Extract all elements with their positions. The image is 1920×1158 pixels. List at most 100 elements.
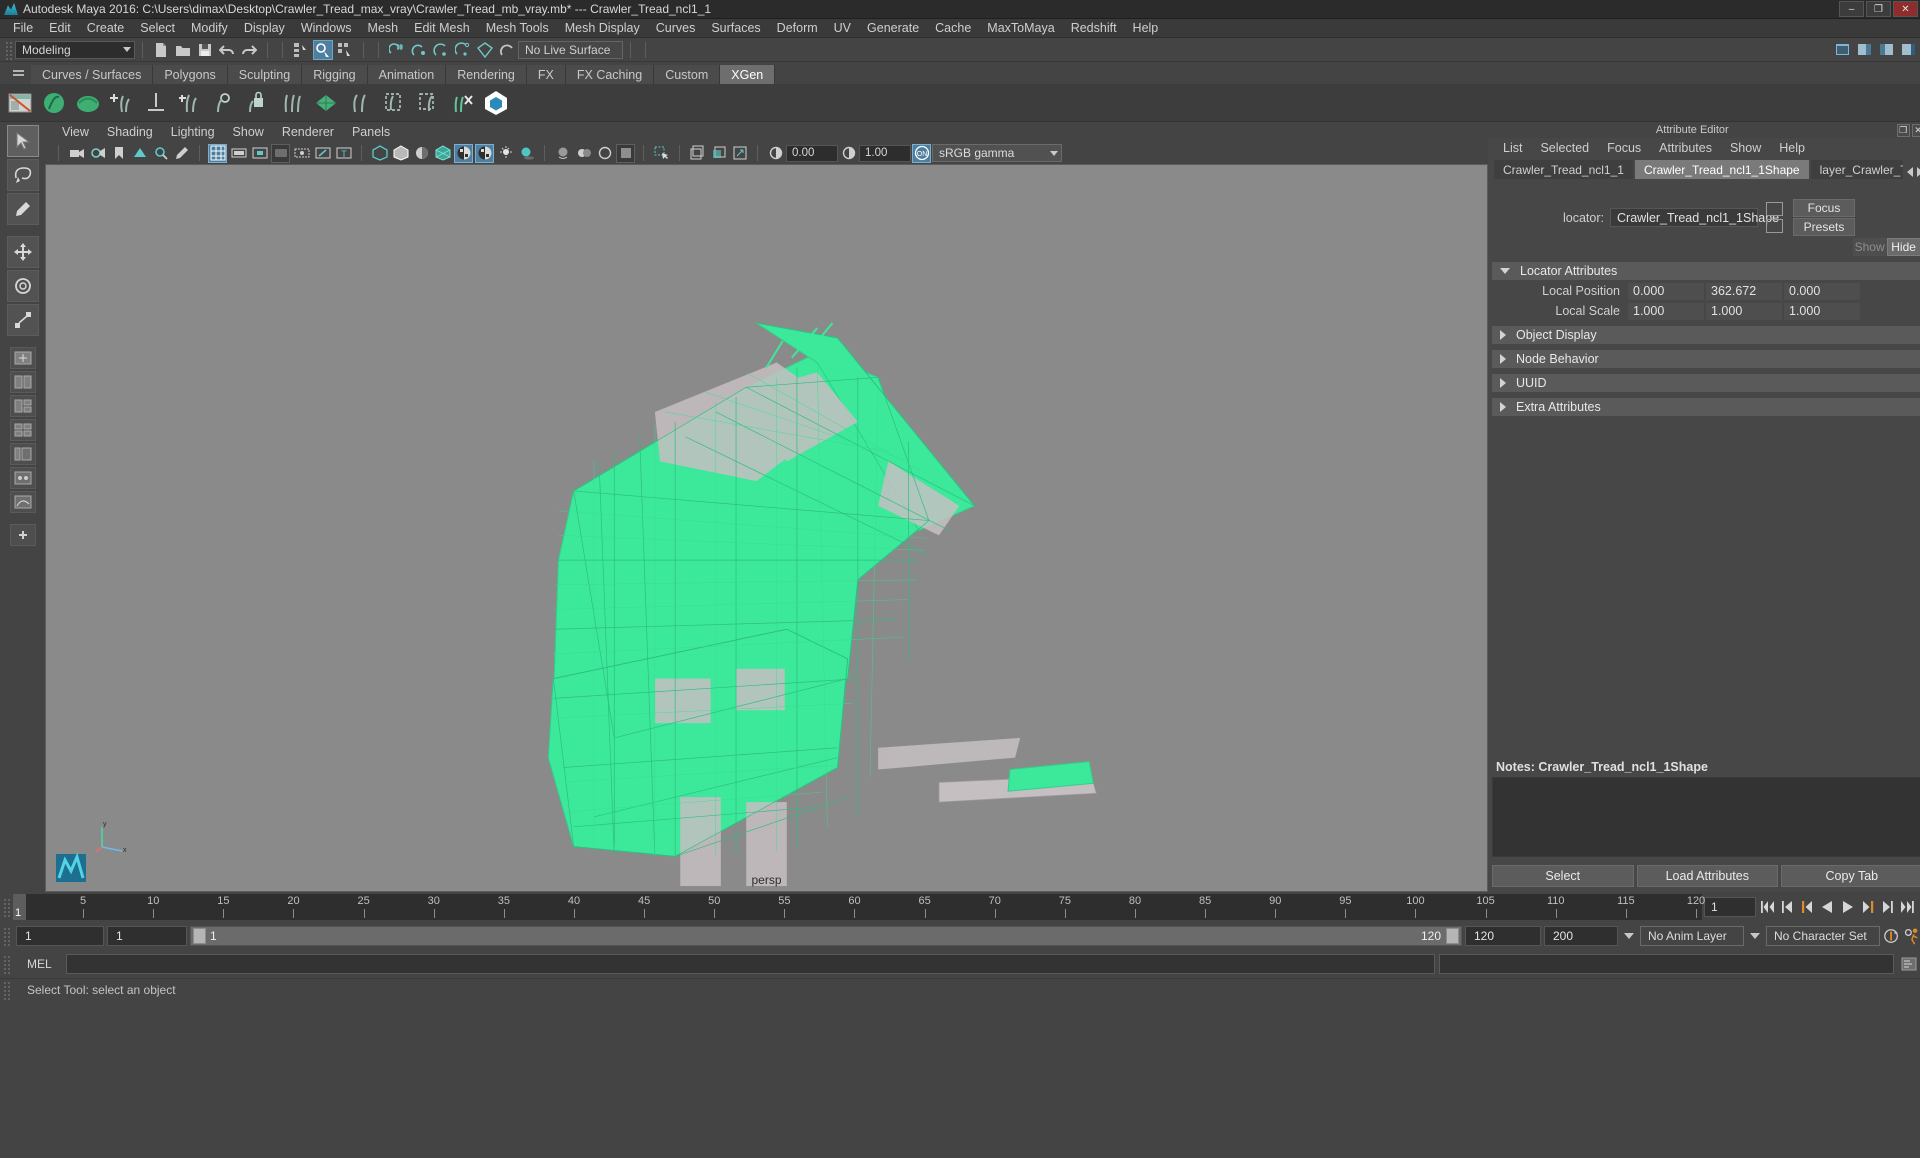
ae-tab-shape[interactable]: Crawler_Tread_ncl1_1Shape <box>1634 160 1809 179</box>
quick-layout-three-panes-button[interactable] <box>9 395 36 417</box>
shelf-tab-rigging[interactable]: Rigging <box>302 65 368 84</box>
shelf-tab-fx[interactable]: FX <box>526 65 566 84</box>
menu-item-redshift[interactable]: Redshift <box>1063 19 1125 38</box>
local-position-x-field[interactable]: 0.000 <box>1628 282 1704 300</box>
chevron-down-icon[interactable] <box>1624 933 1634 939</box>
gate-mask-icon[interactable] <box>271 143 290 163</box>
menu-item-mesh-display[interactable]: Mesh Display <box>557 19 648 38</box>
local-position-z-field[interactable]: 0.000 <box>1784 282 1860 300</box>
ae-menu-help[interactable]: Help <box>1770 141 1814 155</box>
xgen-groom-icon[interactable] <box>139 86 173 120</box>
anti-aliasing-icon[interactable] <box>595 144 614 163</box>
quick-layout-add-button[interactable] <box>9 524 36 546</box>
menu-item-surfaces[interactable]: Surfaces <box>703 19 768 38</box>
viewport-menu-lighting[interactable]: Lighting <box>162 125 224 139</box>
gamma-field[interactable]: 1.00 <box>859 144 911 162</box>
xray-icon[interactable] <box>292 144 311 163</box>
menu-set-selector[interactable]: Modeling <box>15 40 135 59</box>
show-hide-tool-settings-button[interactable] <box>1877 40 1897 60</box>
shelf-menu-icon[interactable] <box>9 64 27 82</box>
xgen-sphere-guide-icon[interactable] <box>207 86 241 120</box>
script-editor-icon[interactable] <box>1898 954 1920 974</box>
menu-item-create[interactable]: Create <box>79 19 133 38</box>
chevron-down-icon[interactable] <box>1750 933 1760 939</box>
snapshot-icon[interactable] <box>688 144 707 163</box>
animation-preferences-icon[interactable] <box>1903 927 1920 945</box>
shelf-tab-sculpting[interactable]: Sculpting <box>227 65 303 84</box>
statusline-drag-handle[interactable] <box>4 39 12 60</box>
xgen-preview-icon[interactable] <box>71 86 105 120</box>
menu-item-deform[interactable]: Deform <box>769 19 826 38</box>
menu-item-select[interactable]: Select <box>132 19 183 38</box>
xgen-window-icon[interactable] <box>3 86 37 120</box>
next-tab-icon[interactable] <box>1916 167 1920 177</box>
input-connection-icon[interactable] <box>1766 202 1783 216</box>
minimize-button[interactable]: – <box>1839 1 1864 17</box>
xgen-select-region2-icon[interactable] <box>411 86 445 120</box>
save-scene-button[interactable] <box>195 40 215 60</box>
focus-button[interactable]: Focus <box>1793 199 1855 217</box>
animation-end-field[interactable]: 200 <box>1544 926 1618 946</box>
undo-button[interactable] <box>217 40 237 60</box>
hide-toggle[interactable]: Hide <box>1886 238 1920 256</box>
snap-to-view-planes-button[interactable] <box>475 40 495 60</box>
load-attributes-button[interactable]: Load Attributes <box>1636 865 1779 887</box>
output-connection-icon[interactable] <box>1766 219 1783 233</box>
menu-item-cache[interactable]: Cache <box>927 19 979 38</box>
select-by-component-type-button[interactable] <box>335 40 355 60</box>
section-locator-attributes[interactable]: Locator Attributes <box>1492 262 1920 280</box>
xgen-surface-icon[interactable] <box>309 86 343 120</box>
exposure-icon[interactable] <box>766 144 785 163</box>
color-management-on-icon[interactable]: ON <box>912 143 931 163</box>
menu-item-edit[interactable]: Edit <box>41 19 79 38</box>
select-camera-icon[interactable] <box>67 144 86 163</box>
ae-tab-transform[interactable]: Crawler_Tread_ncl1_1 <box>1494 160 1633 179</box>
node-name-field[interactable]: Crawler_Tread_ncl1_1Shape <box>1610 208 1779 227</box>
paint-selection-tool-button[interactable] <box>6 193 39 225</box>
local-scale-y-field[interactable]: 1.000 <box>1706 302 1782 320</box>
step-forward-frame-button[interactable] <box>1859 898 1876 916</box>
ae-menu-attributes[interactable]: Attributes <box>1650 141 1721 155</box>
show-toggle[interactable]: Show <box>1852 238 1887 256</box>
gamma-icon[interactable] <box>839 144 858 163</box>
copy-tab-button[interactable]: Copy Tab <box>1781 865 1920 887</box>
quick-layout-four-panes-button[interactable] <box>9 419 36 441</box>
wireframe-shading-icon[interactable] <box>370 144 389 163</box>
snap-to-point-button[interactable] <box>431 40 451 60</box>
camera-attributes-icon[interactable] <box>88 144 107 163</box>
time-cursor[interactable]: 1 <box>13 894 26 920</box>
redo-button[interactable] <box>239 40 259 60</box>
snap-to-grid-button[interactable] <box>387 40 407 60</box>
menu-item-uv[interactable]: UV <box>826 19 859 38</box>
3d-viewport[interactable]: persp y x <box>45 164 1488 892</box>
rotate-tool-button[interactable] <box>6 270 39 302</box>
exposure-field[interactable]: 0.00 <box>786 144 838 162</box>
menu-item-curves[interactable]: Curves <box>648 19 704 38</box>
presets-button[interactable]: Presets <box>1793 218 1855 236</box>
xgen-add-clump-icon[interactable] <box>105 86 139 120</box>
time-slider-track[interactable]: 1 5 10 15 20 25 30 35 40 45 50 55 60 65 70 75 80 85 90 95 10… <box>13 894 1705 920</box>
film-gate-icon[interactable] <box>229 144 248 163</box>
show-hide-attribute-editor-button[interactable] <box>1855 40 1875 60</box>
notes-textarea[interactable] <box>1492 777 1920 857</box>
shelf-tab-polygons[interactable]: Polygons <box>153 65 228 84</box>
section-node-behavior[interactable]: Node Behavior <box>1492 350 1920 368</box>
step-back-keyframe-button[interactable] <box>1779 898 1796 916</box>
auto-keyframe-toggle-icon[interactable] <box>1883 927 1900 945</box>
grease-pencil-icon[interactable] <box>172 144 191 163</box>
smooth-shade-all-icon[interactable] <box>412 144 431 163</box>
color-management-toggle-icon[interactable] <box>616 143 635 163</box>
quick-layout-two-panes-button[interactable] <box>9 371 36 393</box>
make-live-button[interactable] <box>497 40 517 60</box>
lasso-tool-button[interactable] <box>6 159 39 191</box>
xgen-delete-guide-icon[interactable] <box>445 86 479 120</box>
shelf-tab-custom[interactable]: Custom <box>654 65 721 84</box>
select-by-object-type-button[interactable] <box>313 39 333 60</box>
select-tool-button[interactable] <box>6 125 39 157</box>
menu-item-modify[interactable]: Modify <box>183 19 236 38</box>
select-button[interactable]: Select <box>1492 865 1634 887</box>
isolate-select-icon[interactable] <box>652 144 671 163</box>
ae-menu-focus[interactable]: Focus <box>1598 141 1650 155</box>
local-scale-x-field[interactable]: 1.000 <box>1628 302 1704 320</box>
ae-menu-list[interactable]: List <box>1494 141 1531 155</box>
